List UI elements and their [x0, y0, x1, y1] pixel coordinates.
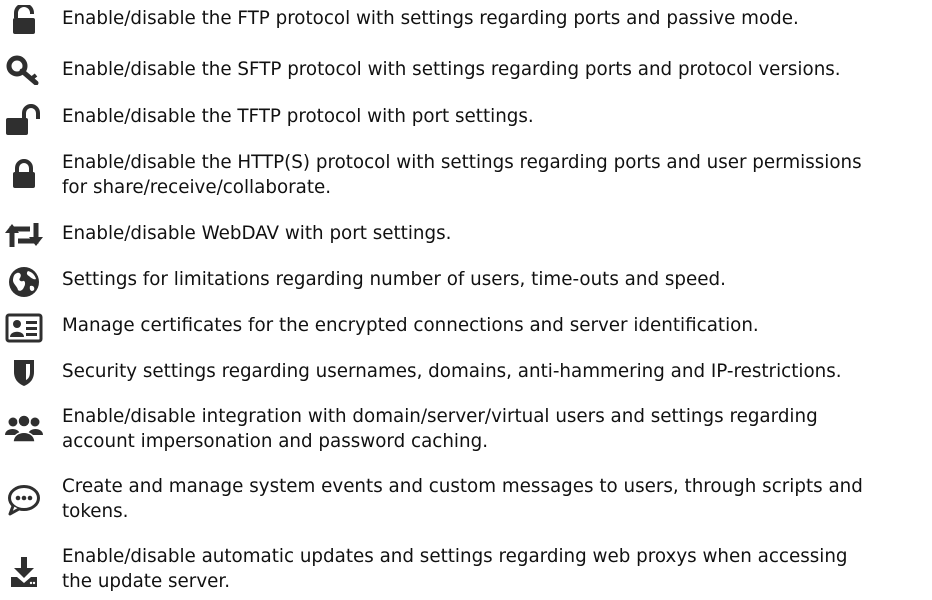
text-line: Create and manage system events and cust… — [62, 476, 863, 497]
text-line: Enable/disable the TFTP protocol with po… — [62, 106, 534, 127]
list-item-text: Security settings regarding usernames, d… — [62, 359, 928, 384]
open-lock-icon — [4, 102, 44, 138]
unlocked-padlock-icon — [4, 2, 44, 38]
list-item-text: Enable/disable the FTP protocol with set… — [62, 6, 928, 31]
list-item-text: Enable/disable integration with domain/s… — [62, 404, 928, 454]
list-item-text: Enable/disable automatic updates and set… — [62, 544, 928, 594]
text-line: Enable/disable the FTP protocol with set… — [62, 8, 799, 29]
key-icon — [4, 52, 44, 88]
shield-icon — [4, 355, 44, 391]
text-line: tokens. — [62, 501, 129, 522]
list-item-text: Enable/disable the HTTP(S) protocol with… — [62, 150, 928, 200]
text-line: account impersonation and password cachi… — [62, 431, 489, 452]
locked-padlock-icon — [4, 156, 44, 192]
list-item-text: Settings for limitations regarding numbe… — [62, 267, 928, 292]
text-line: Enable/disable the HTTP(S) protocol with… — [62, 152, 862, 173]
text-line: Settings for limitations regarding numbe… — [62, 269, 726, 290]
list-item-text: Create and manage system events and cust… — [62, 474, 928, 524]
text-line: Enable/disable automatic updates and set… — [62, 546, 848, 567]
text-line: Enable/disable WebDAV with port settings… — [62, 223, 452, 244]
download-icon — [4, 554, 44, 590]
list-item-text: Enable/disable the SFTP protocol with se… — [62, 57, 928, 82]
feature-list: Enable/disable the FTP protocol with set… — [0, 0, 932, 600]
text-line: Manage certificates for the encrypted co… — [62, 315, 759, 336]
text-line: Enable/disable the SFTP protocol with se… — [62, 59, 841, 80]
text-line: Security settings regarding usernames, d… — [62, 361, 842, 382]
id-card-icon — [4, 310, 44, 346]
chat-bubble-icon — [4, 482, 44, 518]
text-line: the update server. — [62, 571, 231, 592]
text-line: Enable/disable integration with domain/s… — [62, 406, 818, 427]
list-item-text: Enable/disable WebDAV with port settings… — [62, 221, 928, 246]
list-item-text: Manage certificates for the encrypted co… — [62, 313, 928, 338]
sync-arrows-icon — [4, 217, 44, 253]
globe-icon — [4, 264, 44, 300]
list-item-text: Enable/disable the TFTP protocol with po… — [62, 104, 928, 129]
text-line: for share/receive/collaborate. — [62, 177, 332, 198]
users-group-icon — [4, 410, 44, 446]
